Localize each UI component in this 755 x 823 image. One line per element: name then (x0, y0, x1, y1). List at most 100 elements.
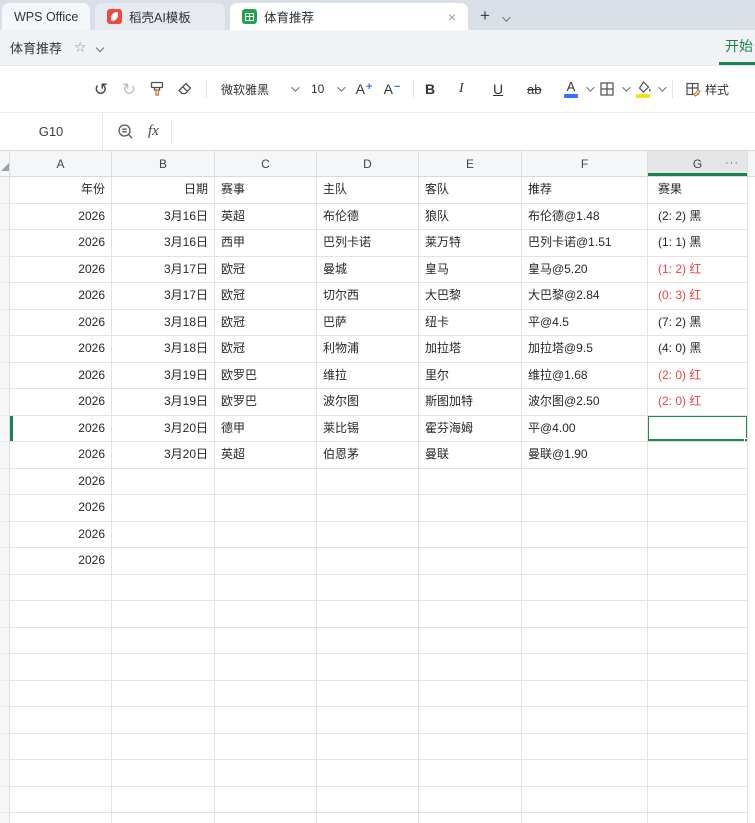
cell[interactable]: (7: 2) 黑 (648, 309, 748, 336)
cell[interactable] (112, 574, 215, 601)
underline-button[interactable]: U (490, 74, 522, 104)
increase-font-button[interactable]: A+ (351, 74, 377, 104)
row-header[interactable] (0, 442, 10, 469)
cell[interactable]: 曼联@1.90 (522, 442, 648, 469)
cell[interactable]: 维拉 (317, 362, 419, 389)
cell[interactable] (112, 680, 215, 707)
cell[interactable] (215, 813, 317, 823)
cell[interactable] (522, 786, 648, 813)
cell[interactable]: 英超 (215, 442, 317, 469)
borders-button[interactable] (594, 74, 620, 104)
formula-input[interactable] (172, 113, 755, 150)
cell[interactable]: 欧罗巴 (215, 389, 317, 416)
cell[interactable]: 皇马 (419, 256, 522, 283)
cell[interactable]: 3月20日 (112, 442, 215, 469)
row-header[interactable] (0, 654, 10, 681)
cell[interactable]: 欧冠 (215, 336, 317, 363)
cell[interactable]: 布伦德@1.48 (522, 203, 648, 230)
close-tab-icon[interactable]: × (448, 10, 456, 24)
row-header[interactable] (0, 389, 10, 416)
cell[interactable] (10, 733, 112, 760)
cell[interactable] (112, 521, 215, 548)
cell[interactable]: 2026 (10, 521, 112, 548)
cell[interactable] (648, 813, 748, 823)
column-header-B[interactable]: B (112, 151, 215, 176)
decrease-font-button[interactable]: A− (379, 74, 405, 104)
row-header[interactable] (0, 230, 10, 257)
cell[interactable] (419, 654, 522, 681)
cell[interactable] (215, 654, 317, 681)
cell[interactable] (419, 574, 522, 601)
cell[interactable]: 西甲 (215, 230, 317, 257)
cell[interactable]: 2026 (10, 468, 112, 495)
row-header[interactable] (0, 283, 10, 310)
cell[interactable] (317, 521, 419, 548)
row-header[interactable] (0, 813, 10, 823)
tab-template[interactable]: 稻壳AI模板 (95, 3, 225, 30)
cell[interactable] (648, 495, 748, 522)
fill-color-chevron-icon[interactable] (658, 83, 667, 92)
selected-cell[interactable] (648, 415, 748, 442)
cell[interactable]: 巴列卡诺 (317, 230, 419, 257)
cell[interactable]: (4: 0) 黑 (648, 336, 748, 363)
cell[interactable] (648, 707, 748, 734)
cell[interactable] (10, 707, 112, 734)
cell[interactable] (317, 601, 419, 628)
row-header[interactable] (0, 786, 10, 813)
ribbon-tab-home[interactable]: 开始 (719, 30, 755, 65)
row-header[interactable] (0, 495, 10, 522)
title-chevron-icon[interactable] (95, 43, 104, 52)
cell[interactable]: (2: 0) 红 (648, 389, 748, 416)
cell[interactable]: 3月18日 (112, 336, 215, 363)
cell[interactable]: 3月20日 (112, 415, 215, 442)
row-header[interactable] (0, 336, 10, 363)
cell[interactable] (648, 521, 748, 548)
cell[interactable] (648, 601, 748, 628)
cell[interactable] (112, 760, 215, 787)
column-header-D[interactable]: D (317, 151, 419, 176)
row-header[interactable] (0, 362, 10, 389)
cell[interactable]: 曼联 (419, 442, 522, 469)
cell[interactable]: 2026 (10, 362, 112, 389)
row-header[interactable] (0, 415, 10, 442)
cell[interactable] (112, 627, 215, 654)
cell[interactable] (522, 574, 648, 601)
font-size-select[interactable]: 10 (305, 76, 349, 102)
cell[interactable]: 欧冠 (215, 256, 317, 283)
cell[interactable] (648, 680, 748, 707)
cell[interactable] (10, 786, 112, 813)
cell[interactable] (419, 548, 522, 575)
cell[interactable] (112, 707, 215, 734)
cell[interactable]: 2026 (10, 495, 112, 522)
cell[interactable]: 3月17日 (112, 283, 215, 310)
cell[interactable] (522, 521, 648, 548)
font-color-button[interactable]: A (558, 74, 584, 104)
cell[interactable] (317, 786, 419, 813)
cell[interactable]: 3月18日 (112, 309, 215, 336)
cell[interactable]: 利物浦 (317, 336, 419, 363)
cell[interactable] (112, 813, 215, 823)
cell[interactable] (419, 813, 522, 823)
cell[interactable] (112, 495, 215, 522)
cell[interactable] (522, 601, 648, 628)
row-header[interactable] (0, 309, 10, 336)
favorite-star-icon[interactable]: ☆ (74, 39, 87, 56)
cell[interactable] (317, 760, 419, 787)
column-header-A[interactable]: A (10, 151, 112, 176)
cell[interactable]: 巴列卡诺@1.51 (522, 230, 648, 257)
cell[interactable]: 霍芬海姆 (419, 415, 522, 442)
cell[interactable] (648, 786, 748, 813)
cell[interactable]: 切尔西 (317, 283, 419, 310)
cell[interactable] (10, 813, 112, 823)
fill-color-button[interactable] (630, 74, 656, 104)
cell[interactable]: 2026 (10, 415, 112, 442)
cell[interactable] (419, 468, 522, 495)
cell[interactable] (648, 548, 748, 575)
cell[interactable] (10, 760, 112, 787)
cell[interactable]: 平@4.00 (522, 415, 648, 442)
cell[interactable]: 2026 (10, 283, 112, 310)
row-header[interactable] (0, 521, 10, 548)
cell[interactable] (215, 601, 317, 628)
cell[interactable] (648, 468, 748, 495)
row-header[interactable] (0, 256, 10, 283)
